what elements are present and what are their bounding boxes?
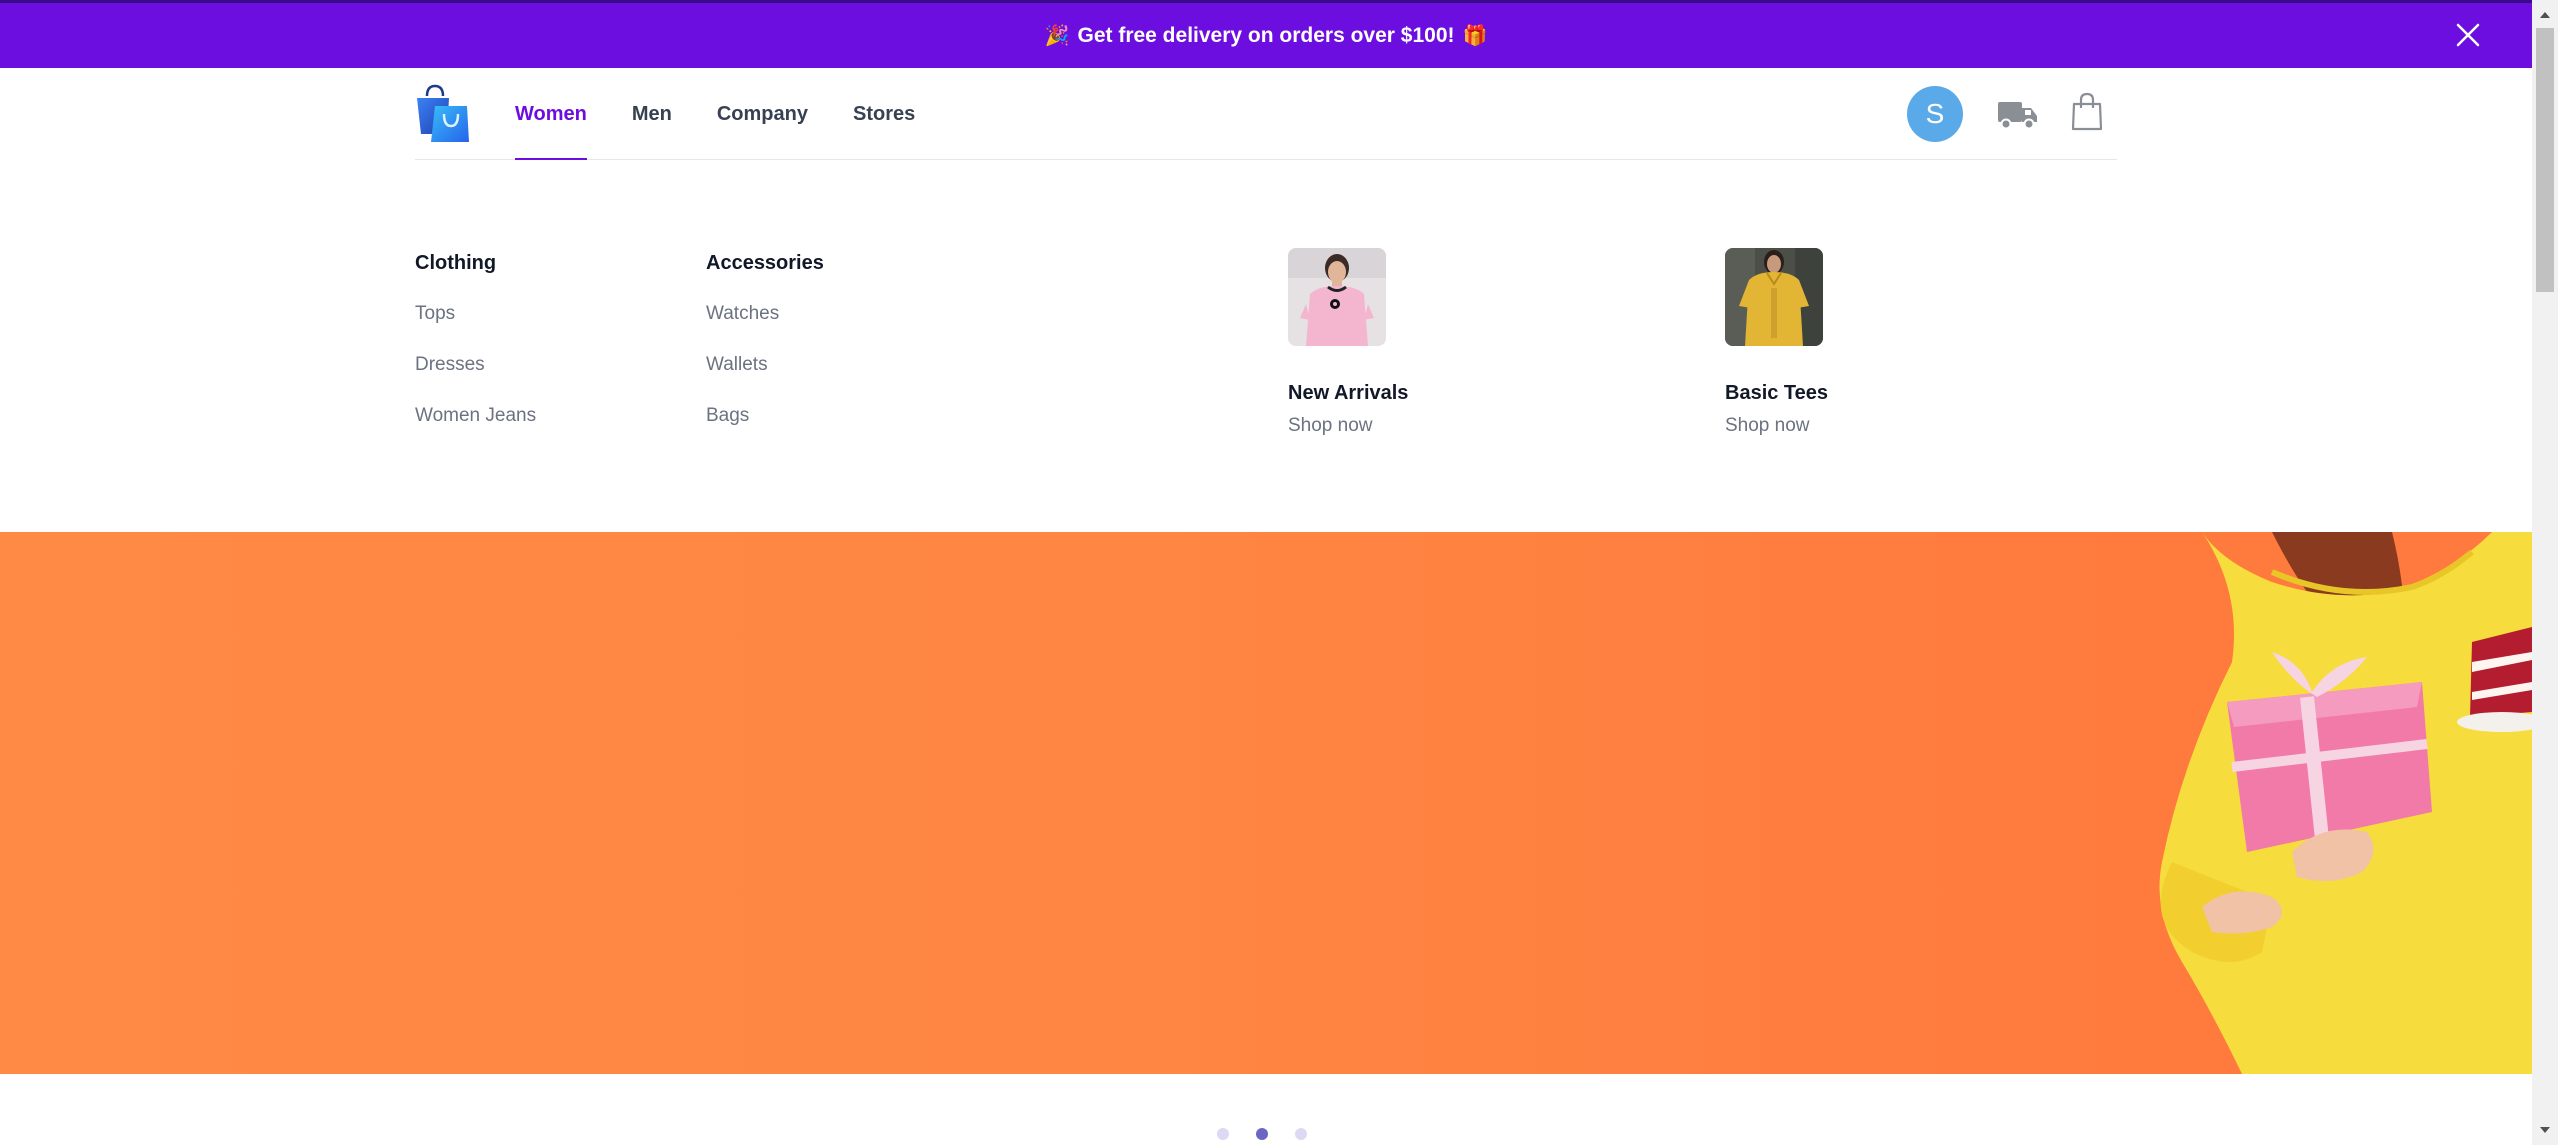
nav-men[interactable]: Men	[632, 68, 672, 160]
shopping-bag-icon[interactable]	[2071, 92, 2103, 132]
women-mega-menu: Clothing Tops Dresses Women Jeans Access…	[0, 160, 2532, 532]
new-arrivals-shop-now-link[interactable]: Shop now	[1288, 415, 1373, 437]
page-scrollbar[interactable]	[2532, 0, 2558, 1145]
main-nav: Women Men Company Stores	[515, 68, 960, 161]
link-dresses[interactable]: Dresses	[415, 354, 536, 382]
nav-women[interactable]: Women	[515, 68, 587, 161]
announcement-bar: 🎉 Get free delivery on orders over $100!…	[0, 0, 2532, 68]
nav-company[interactable]: Company	[717, 68, 808, 160]
shopping-bag-logo[interactable]	[415, 84, 469, 142]
link-wallets[interactable]: Wallets	[706, 354, 824, 382]
accessories-column: Accessories Watches Wallets Bags	[706, 252, 824, 433]
gift-icon: 🎁	[1462, 25, 1488, 47]
carousel-dots	[1217, 1128, 1334, 1140]
clothing-heading: Clothing	[415, 252, 497, 274]
scroll-down-arrow-icon[interactable]	[2538, 1123, 2552, 1137]
truck-icon[interactable]	[1997, 94, 2039, 134]
new-arrivals-title: New Arrivals	[1288, 382, 1409, 404]
announcement-text: Get free delivery on orders over $100!	[1077, 23, 1455, 47]
link-watches[interactable]: Watches	[706, 303, 824, 331]
page: 🎉 Get free delivery on orders over $100!…	[0, 0, 2558, 1145]
basic-tees-image[interactable]	[1725, 248, 1823, 346]
scrollbar-thumb[interactable]	[2536, 28, 2554, 292]
user-avatar[interactable]: S	[1907, 86, 1963, 142]
clothing-column: Clothing Tops Dresses Women Jeans	[415, 252, 536, 433]
basic-tees-title: Basic Tees	[1725, 382, 1829, 404]
hero-banner[interactable]	[0, 532, 2532, 1074]
scroll-up-arrow-icon[interactable]	[2538, 8, 2552, 22]
carousel-dot-2[interactable]	[1256, 1128, 1268, 1140]
carousel-dot-3[interactable]	[1295, 1128, 1307, 1140]
nav-stores[interactable]: Stores	[853, 68, 915, 160]
link-women-jeans[interactable]: Women Jeans	[415, 405, 536, 433]
feature-new-arrivals[interactable]: New Arrivals Shop now	[1288, 248, 1548, 437]
party-popper-icon: 🎉	[1044, 25, 1070, 47]
woman-holding-gift-image	[2159, 532, 2532, 1074]
site-header: Women Men Company Stores S	[415, 68, 2117, 161]
feature-basic-tees[interactable]: Basic Tees Shop now	[1725, 248, 1985, 437]
carousel-dot-1[interactable]	[1217, 1128, 1229, 1140]
link-bags[interactable]: Bags	[706, 405, 824, 433]
close-icon[interactable]	[2454, 21, 2482, 49]
new-arrivals-image[interactable]	[1288, 248, 1386, 346]
accessories-heading: Accessories	[706, 252, 824, 274]
link-tops[interactable]: Tops	[415, 303, 536, 331]
basic-tees-shop-now-link[interactable]: Shop now	[1725, 415, 1810, 437]
